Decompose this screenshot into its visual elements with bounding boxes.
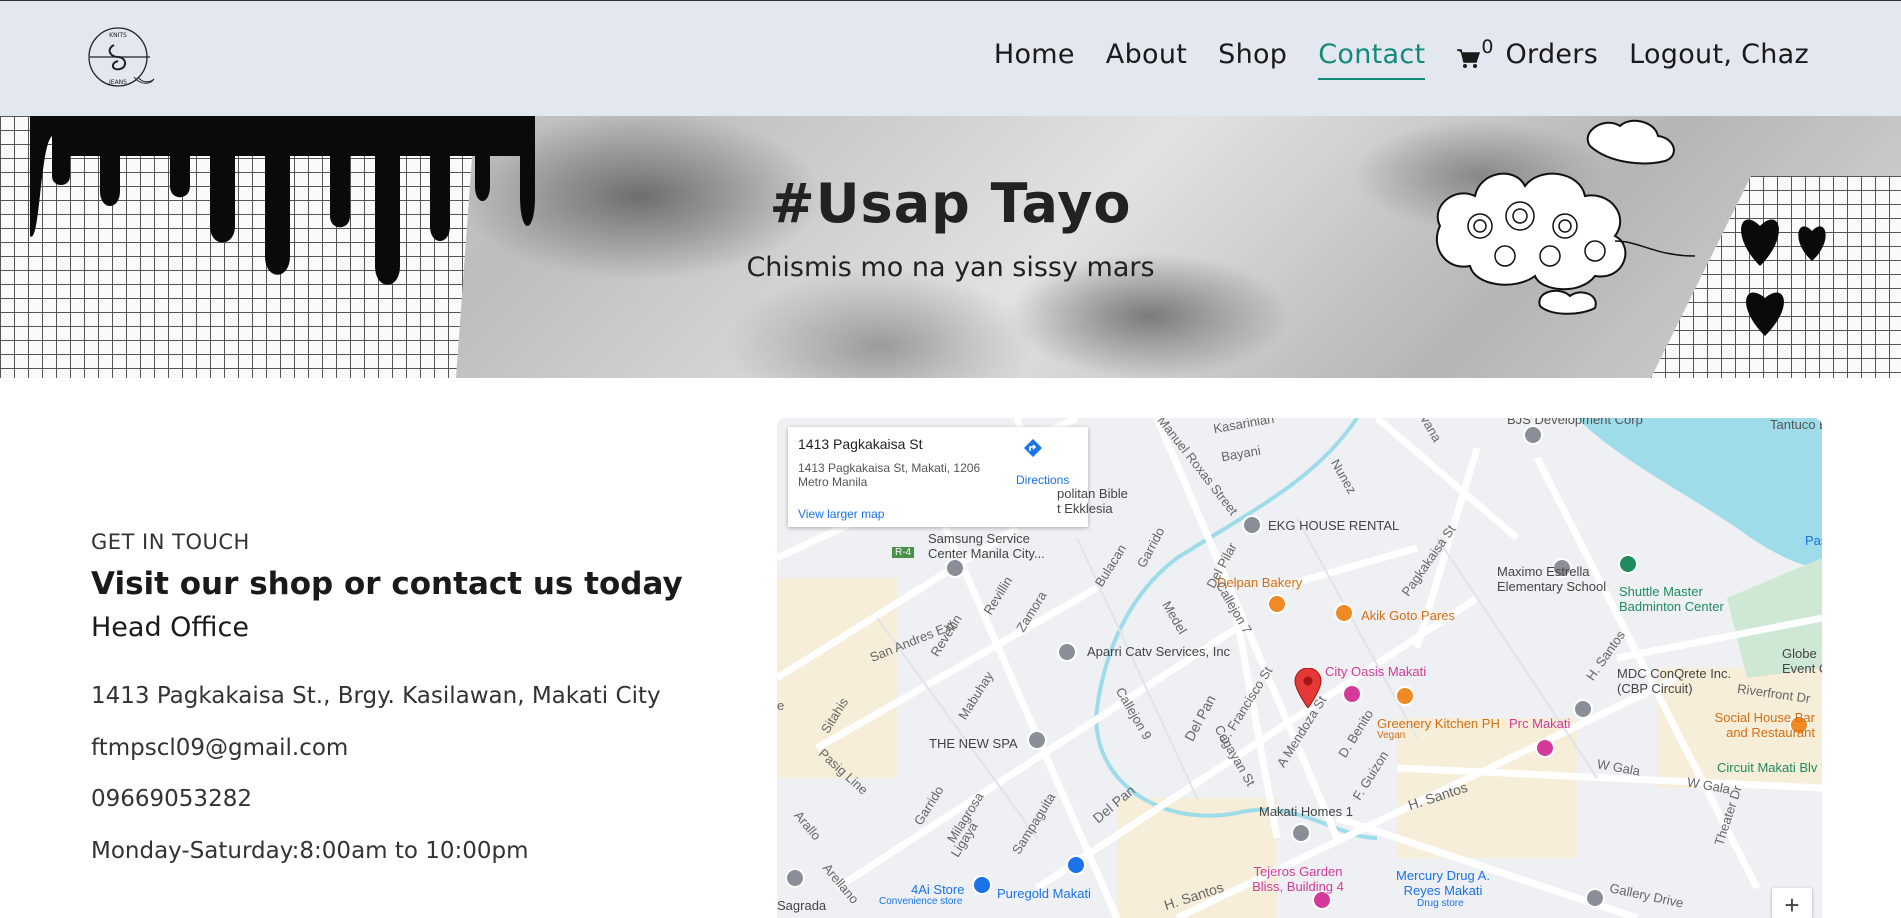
section-headline: Visit our shop or contact us today [91,566,683,602]
map-card-title: 1413 Pagkakaisa St [798,436,923,452]
street-label: e [777,698,785,713]
map-marker[interactable] [1242,515,1262,535]
map-label: Shuttle Master Badminton Center [1619,584,1724,614]
cart-link[interactable]: 0 [1456,36,1493,70]
nav-shop[interactable]: Shop [1218,39,1287,70]
map-label: Makati Homes 1 [1259,804,1353,819]
map-label: Social House Bar and Restaurant [1714,710,1815,740]
map-place-card: 1413 Pagkakaisa St 1413 Pagkakaisa St, M… [788,427,1088,527]
cart-icon [1457,48,1481,68]
map-label: politan Bible [1057,486,1128,501]
banner-subtitle: Chismis mo na yan sissy mars [746,252,1155,283]
map-label: BJS Development Corp [1507,418,1643,427]
email-text[interactable]: ftmpscl09@gmail.com [91,735,348,761]
directions-icon[interactable] [1022,437,1044,459]
map-label: EKG HOUSE RENTAL [1268,518,1400,533]
hotel-marker[interactable] [1535,738,1555,758]
directions-link[interactable]: Directions [1016,473,1069,487]
map-label: Sagrada [777,898,827,913]
shop-marker[interactable] [1342,684,1362,704]
map-label: Mercury Drug A. Reyes Makati [1396,868,1490,898]
map-marker[interactable] [785,868,805,888]
map-label: Samsung Service Center Manila City... [928,531,1045,561]
map-label: Vegan [1377,730,1406,741]
map-marker[interactable] [1291,823,1311,843]
nav-logout[interactable]: Logout, Chaz [1629,39,1809,70]
map-label: Akik Goto Pares [1361,608,1455,623]
map-marker[interactable] [1057,642,1077,662]
shopping-marker[interactable] [972,875,992,895]
map-label: t Ekklesia [1057,501,1113,516]
shopping-marker[interactable] [1066,855,1086,875]
restaurant-marker[interactable] [1395,686,1415,706]
map-marker[interactable] [1573,699,1593,719]
restaurant-marker[interactable] [1334,603,1354,623]
map-label: Tantuco E [1770,418,1822,432]
nav-contact[interactable]: Contact [1318,39,1426,80]
map-card-address: 1413 Pagkakaisa St, Makati, 1206 Metro M… [798,461,981,489]
hours-text: Monday-Saturday:8:00am to 10:00pm [91,838,529,864]
map-label: Convenience store [879,896,963,907]
map-label: 4Ai Store [911,882,965,897]
nav-orders[interactable]: Orders [1505,39,1598,70]
map-marker[interactable] [1585,888,1605,908]
map-label: Aparri Catv Services, Inc [1087,644,1231,659]
map-label: Tejeros Garden Bliss, Building 4 [1252,864,1344,894]
view-larger-map-link[interactable]: View larger map [798,507,884,521]
map-marker[interactable] [1027,730,1047,750]
map-label: Greenery Kitchen PH [1377,716,1500,731]
map-label: Prc Makati [1509,716,1571,731]
section-kicker: GET IN TOUCH [91,530,250,554]
embedded-map[interactable]: 1413 Pagkakaisa St 1413 Pagkakaisa St, M… [777,418,1822,918]
contact-info: GET IN TOUCH Visit our shop or contact u… [91,530,683,864]
main-nav: Home About Shop Contact 0 Orders Logout,… [963,36,1809,80]
svg-text:KNITS: KNITS [109,32,127,39]
map-label: City Oasis Makati [1325,664,1427,679]
map-marker[interactable] [945,558,965,578]
cart-count: 0 [1481,35,1494,58]
brand-logo[interactable]: KNITS JEANS [84,25,156,91]
banner-title: #Usap Tayo [769,172,1132,235]
hero-banner: #Usap Tayo Chismis mo na yan sissy mars [0,116,1901,378]
svg-text:JEANS: JEANS [108,79,127,86]
map-marker[interactable] [1523,425,1543,445]
nav-about[interactable]: About [1106,39,1187,70]
map-label: Pas [1805,533,1822,548]
phone-text[interactable]: 09669053282 [91,786,252,812]
nav-home[interactable]: Home [994,39,1075,70]
address-text: 1413 Pagkakaisa St., Brgy. Kasilawan, Ma… [91,683,661,709]
map-label: Circuit Makati Blv [1717,760,1818,775]
map-label: Drug store [1417,898,1464,909]
office-label: Head Office [91,612,249,643]
route-badge: R-4 [892,547,915,558]
map-label: THE NEW SPA [929,736,1018,751]
map-label: Globe Event C [1782,646,1822,676]
map-label: Puregold Makati [997,886,1091,901]
site-header: KNITS JEANS Home About Shop Contact 0 Or… [0,0,1901,116]
map-label: MDC ConQrete Inc. (CBP Circuit) [1617,666,1732,696]
zoom-in-button[interactable]: + [1772,888,1812,918]
restaurant-marker[interactable] [1267,594,1287,614]
